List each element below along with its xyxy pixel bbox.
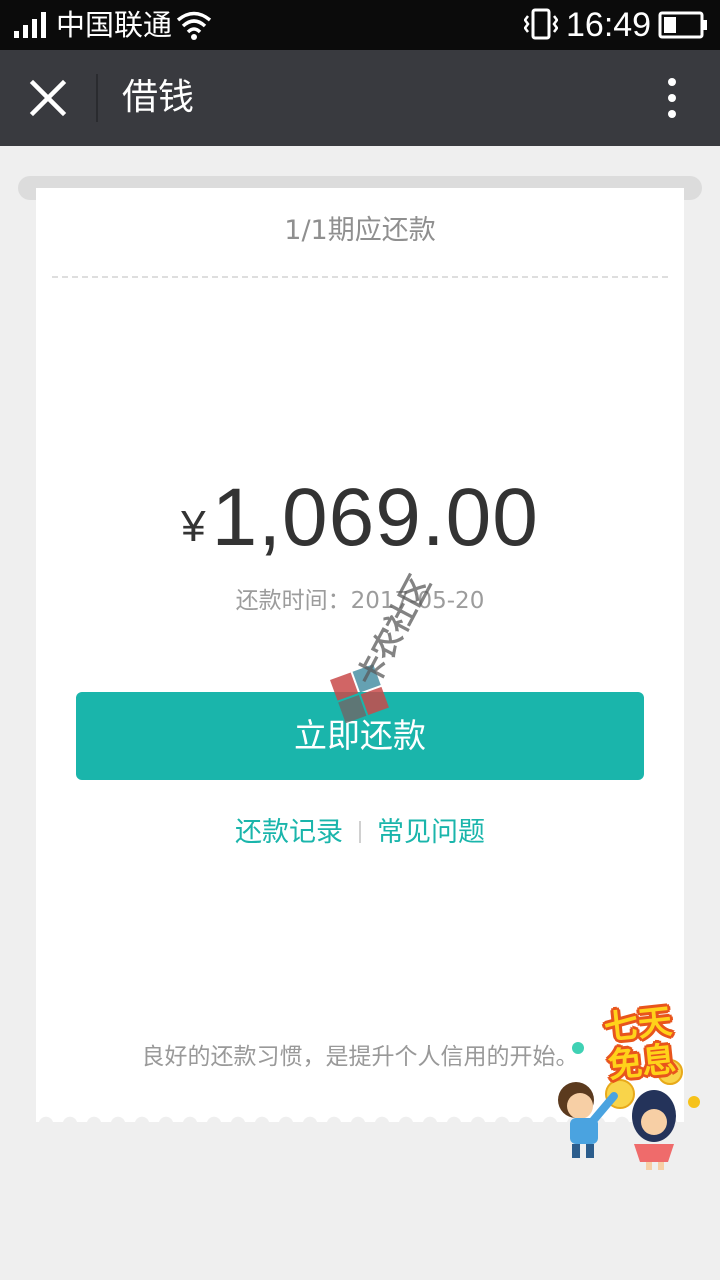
amount-due: 1,069.00 bbox=[211, 472, 539, 563]
clock: 16:49 bbox=[566, 6, 652, 44]
repayment-history-link[interactable]: 还款记录 bbox=[235, 817, 343, 848]
period-label: 1/1期应还款 bbox=[284, 215, 436, 246]
links-row: 还款记录 常见问题 bbox=[36, 814, 684, 852]
faq-link[interactable]: 常见问题 bbox=[377, 817, 485, 848]
dashed-divider bbox=[52, 276, 668, 278]
battery-icon bbox=[658, 11, 707, 39]
amount-row: ¥1,069.00 bbox=[36, 470, 684, 566]
vibrate-icon bbox=[524, 8, 558, 40]
more-vertical-icon[interactable] bbox=[652, 68, 692, 128]
nav-bar: 借钱 bbox=[0, 50, 720, 146]
currency-symbol: ¥ bbox=[181, 502, 206, 551]
page-title: 借钱 bbox=[122, 77, 195, 118]
status-bar: 中国联通 16:49 bbox=[0, 0, 720, 50]
nav-divider bbox=[96, 74, 98, 122]
carrier-name: 中国联通 bbox=[56, 8, 173, 42]
link-separator bbox=[359, 821, 361, 843]
close-icon[interactable] bbox=[18, 68, 78, 128]
signal-icon bbox=[14, 12, 46, 38]
promo-text: 七天 免息 bbox=[586, 1001, 693, 1087]
wifi-icon bbox=[176, 11, 212, 40]
